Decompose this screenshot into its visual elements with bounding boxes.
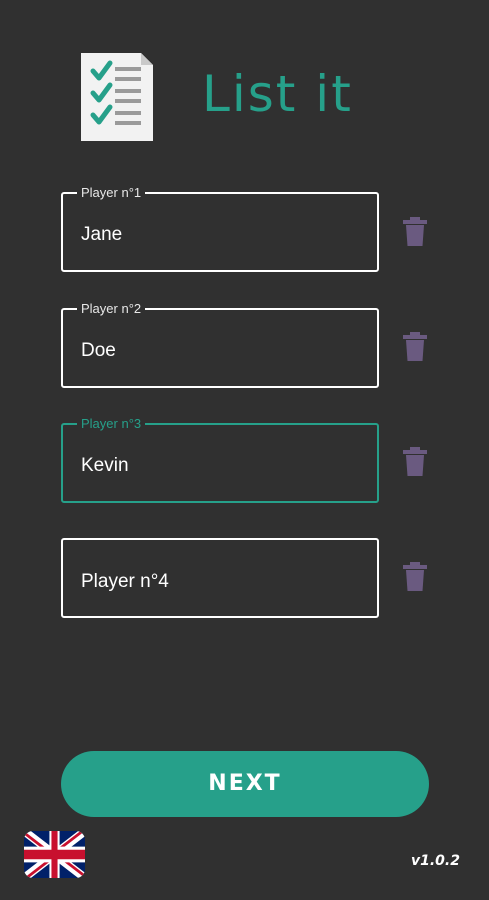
next-button[interactable]: NEXT: [61, 751, 429, 817]
player-1-field[interactable]: Player n°1: [61, 185, 379, 272]
player-2-field[interactable]: Player n°2: [61, 301, 379, 388]
player-3-input[interactable]: [81, 453, 371, 479]
player-4-field[interactable]: [61, 538, 379, 618]
version-label: v1.0.2: [411, 853, 460, 869]
player-1-input[interactable]: [81, 222, 371, 248]
delete-player-4-trash-icon[interactable]: [402, 562, 428, 592]
delete-player-2-trash-icon[interactable]: [402, 332, 428, 362]
player-2-input[interactable]: [81, 338, 371, 364]
player-3-label: Player n°3: [77, 416, 146, 432]
player-1-label: Player n°1: [77, 185, 146, 201]
player-4-input[interactable]: [81, 569, 371, 595]
uk-flag-icon: [24, 831, 85, 878]
player-2-label: Player n°2: [77, 301, 146, 317]
language-selector[interactable]: [24, 831, 85, 878]
player-3-field[interactable]: Player n°3: [61, 416, 379, 503]
delete-player-3-trash-icon[interactable]: [402, 447, 428, 477]
delete-player-1-trash-icon[interactable]: [402, 217, 428, 247]
checklist-document-icon: [81, 53, 153, 141]
app-title: List it: [202, 65, 353, 123]
